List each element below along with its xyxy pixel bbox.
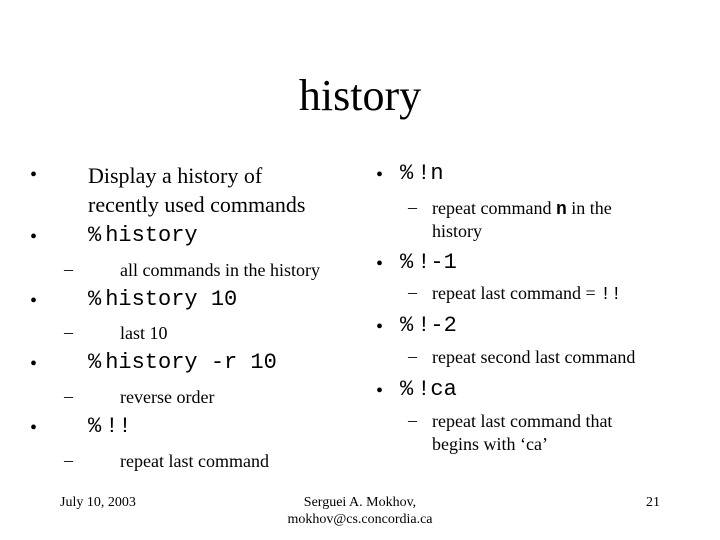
command-description-cont: history [432, 221, 483, 241]
bullet: • [30, 290, 38, 312]
dash: – [64, 322, 73, 342]
command-bang-bang: % !! [88, 414, 132, 439]
command-text: !-1 [417, 250, 457, 275]
command-description: reverse order [120, 387, 215, 407]
prompt: % [400, 250, 414, 275]
dash: – [408, 282, 417, 302]
prompt: % [400, 377, 414, 402]
command-text: !-2 [417, 313, 457, 338]
description-text: repeat last command = [432, 283, 601, 303]
intro-line-1: Display a history of [88, 163, 263, 188]
prompt: % [88, 223, 102, 248]
bullet: • [376, 164, 384, 186]
command-description: last 10 [120, 323, 168, 343]
command-text: !ca [417, 377, 457, 402]
command-bang-minus-1: % !-1 [400, 250, 457, 275]
intro-line-2: recently used commands [88, 192, 306, 217]
prompt: % [88, 350, 102, 375]
prompt: % [400, 313, 414, 338]
command-text: !n [417, 161, 444, 186]
bullet: • [376, 253, 384, 275]
author-name: Serguei A. Mokhov, [303, 495, 417, 510]
dash: – [408, 410, 417, 430]
dash: – [64, 450, 73, 470]
bullet: • [30, 164, 38, 186]
command-description: all commands in the history [120, 260, 320, 280]
dash: – [408, 197, 417, 217]
dash: – [64, 386, 73, 406]
command-text: history -r 10 [105, 350, 277, 375]
command-history-10: % history 10 [88, 287, 237, 312]
bullet: • [30, 353, 38, 375]
prompt: % [88, 287, 102, 312]
slide-title: history [298, 71, 422, 120]
command-description: repeat last command [120, 451, 269, 471]
command-text: history [105, 223, 198, 248]
bullet: • [30, 226, 38, 248]
footer-author: Serguei A. Mokhov, mokhov@cs.concordia.c… [260, 494, 460, 528]
prompt: % [400, 161, 414, 186]
bullet: • [376, 380, 384, 402]
description-text: in the [566, 198, 612, 218]
command-bang-minus-2: % !-2 [400, 313, 457, 338]
description-text: repeat command [432, 198, 556, 218]
author-email: mokhov@cs.concordia.ca [287, 512, 433, 527]
command-history: % history [88, 223, 198, 248]
command-text: !! [105, 414, 132, 439]
command-bang-ca: % !ca [400, 377, 457, 402]
command-description: repeat last command that [432, 411, 613, 431]
command-bang-n: % !n [400, 161, 444, 186]
command-description: repeat last command = !! [432, 281, 622, 307]
command-description-cont: begins with ‘ca’ [432, 434, 548, 454]
command-description: repeat second last command [432, 347, 636, 367]
page-number: 21 [646, 495, 660, 510]
command-text: history 10 [105, 287, 238, 312]
dash: – [408, 346, 417, 366]
description-variable: n [555, 200, 567, 220]
footer-date: July 10, 2003 [60, 495, 136, 510]
bullet: • [376, 316, 384, 338]
prompt: % [88, 414, 102, 439]
bullet: • [30, 417, 38, 439]
command-history-r-10: % history -r 10 [88, 350, 277, 375]
dash: – [64, 259, 73, 279]
description-code: !! [600, 285, 622, 305]
